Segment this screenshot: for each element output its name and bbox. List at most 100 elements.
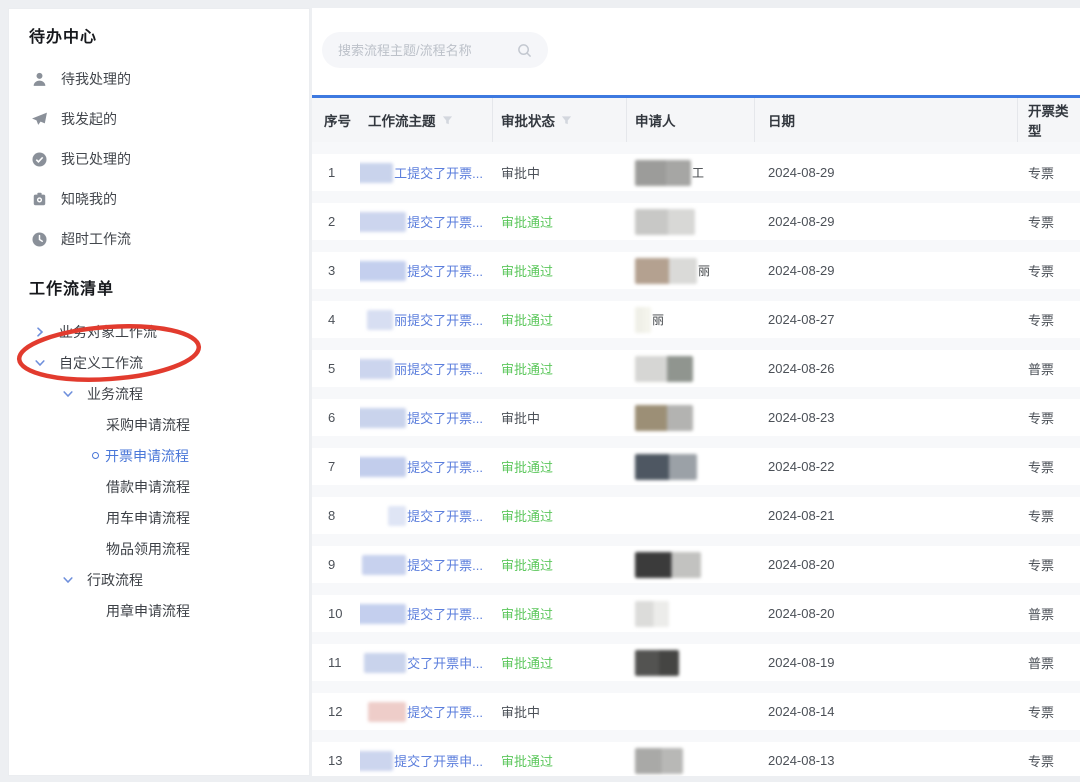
- topic-cell: 提交了开票...: [360, 203, 493, 240]
- applicant-cell: [627, 203, 755, 240]
- notify-icon: [31, 191, 48, 208]
- sidebar-item-label: 我已处理的: [61, 149, 131, 169]
- applicant-cell: [627, 546, 755, 583]
- tree-item-label: 开票申请流程: [105, 446, 189, 466]
- invoice-type-text: 专票: [1018, 252, 1080, 289]
- topic-cell: 交了开票申...: [360, 644, 493, 681]
- redacted-name-blur: [362, 555, 406, 575]
- topic-cell: 提交了开票...: [360, 497, 493, 534]
- table-row: 4 丽提交了开票... 审批通过 丽 2024-08-27 专票: [312, 289, 1080, 338]
- redacted-name-blur: [360, 457, 406, 477]
- table-row: 8 提交了开票... 审批通过 2024-08-21 专票: [312, 485, 1080, 534]
- topic-link[interactable]: 丽提交了开票...: [394, 359, 483, 378]
- tree-item[interactable]: 业务流程: [9, 378, 309, 409]
- table-row: 3 提交了开票... 审批通过 丽 2024-08-29 专票: [312, 240, 1080, 289]
- invoice-type-text: 普票: [1018, 644, 1080, 681]
- tree-item[interactable]: 借款申请流程: [9, 471, 309, 502]
- invoice-type-text: 专票: [1018, 399, 1080, 436]
- invoice-type-text: 专票: [1018, 301, 1080, 338]
- status-text: 审批通过: [493, 301, 627, 338]
- applicant-blur: [635, 307, 651, 333]
- chevron-down-icon[interactable]: [62, 388, 74, 400]
- applicant-cell: 丽: [627, 252, 755, 289]
- applicant-blur: [635, 601, 669, 627]
- applicant-blur: [635, 356, 693, 382]
- status-text: 审批通过: [493, 350, 627, 387]
- invoice-type-text: 专票: [1018, 742, 1080, 776]
- applicant-cell: [627, 497, 755, 534]
- filter-icon[interactable]: [442, 115, 453, 126]
- redacted-name-blur: [360, 604, 406, 624]
- applicant-cell: [627, 350, 755, 387]
- sidebar-item[interactable]: 待我处理的: [9, 59, 309, 99]
- topic-link[interactable]: 提交了开票...: [407, 506, 483, 525]
- sidebar-item[interactable]: 我发起的: [9, 99, 309, 139]
- date-text: 2024-08-20: [755, 546, 1018, 583]
- topic-link[interactable]: 提交了开票...: [407, 604, 483, 623]
- topic-link[interactable]: 提交了开票...: [407, 702, 483, 721]
- tree-item[interactable]: 开票申请流程: [9, 440, 309, 471]
- workflow-table: 序号 工作流主题 审批状态 申请人 日期 开票类型 1 工提交了开票... 审批…: [312, 95, 1080, 776]
- chevron-down-icon[interactable]: [62, 574, 74, 586]
- tree-item-label: 采购申请流程: [106, 415, 190, 435]
- invoice-type-text: 专票: [1018, 546, 1080, 583]
- applicant-cell: [627, 595, 755, 632]
- date-text: 2024-08-27: [755, 301, 1018, 338]
- topic-link[interactable]: 工提交了开票...: [394, 163, 483, 182]
- sidebar-item[interactable]: 我已处理的: [9, 139, 309, 179]
- sidebar-item[interactable]: 超时工作流: [9, 219, 309, 259]
- column-header: 申请人: [627, 98, 755, 142]
- tree-item[interactable]: 行政流程: [9, 564, 309, 595]
- applicant-blur: [635, 405, 693, 431]
- status-text: 审批通过: [493, 742, 627, 776]
- tree-item-label: 业务对象工作流: [59, 322, 157, 342]
- sidebar-item-label: 超时工作流: [61, 229, 131, 249]
- search-input[interactable]: [338, 43, 517, 58]
- redacted-name-blur: [360, 359, 393, 379]
- table-header-row: 序号 工作流主题 审批状态 申请人 日期 开票类型: [312, 98, 1080, 142]
- selected-dot-icon: [92, 452, 99, 459]
- redacted-name-blur: [360, 408, 406, 428]
- status-text: 审批通过: [493, 546, 627, 583]
- topic-link[interactable]: 提交了开票...: [407, 212, 483, 231]
- invoice-type-text: 普票: [1018, 595, 1080, 632]
- column-header-label: 申请人: [635, 110, 676, 130]
- tree-item[interactable]: 业务对象工作流: [9, 316, 309, 347]
- applicant-cell: [627, 742, 755, 776]
- row-index: 10: [312, 595, 360, 632]
- invoice-type-text: 专票: [1018, 693, 1080, 730]
- date-text: 2024-08-21: [755, 497, 1018, 534]
- topic-link[interactable]: 交了开票申...: [407, 653, 483, 672]
- tree-item[interactable]: 用车申请流程: [9, 502, 309, 533]
- status-text: 审批通过: [493, 252, 627, 289]
- applicant-cell: [627, 399, 755, 436]
- chevron-right-icon[interactable]: [34, 326, 46, 338]
- topic-link[interactable]: 提交了开票申...: [394, 751, 483, 770]
- topic-link[interactable]: 提交了开票...: [407, 408, 483, 427]
- main-panel: 序号 工作流主题 审批状态 申请人 日期 开票类型 1 工提交了开票... 审批…: [312, 8, 1080, 776]
- row-index: 13: [312, 742, 360, 776]
- column-header: 审批状态: [493, 98, 627, 142]
- applicant-blur: [635, 552, 701, 578]
- topic-link[interactable]: 提交了开票...: [407, 457, 483, 476]
- chevron-down-icon[interactable]: [34, 357, 46, 369]
- invoice-type-text: 专票: [1018, 497, 1080, 534]
- tree-item[interactable]: 采购申请流程: [9, 409, 309, 440]
- tree-item[interactable]: 自定义工作流: [9, 347, 309, 378]
- table-row: 10 提交了开票... 审批通过 2024-08-20 普票: [312, 583, 1080, 632]
- column-header-label: 工作流主题: [368, 110, 436, 130]
- table-body: 1 工提交了开票... 审批中 工 2024-08-29 专票 2 提交了开票.…: [312, 142, 1080, 776]
- topic-link[interactable]: 丽提交了开票...: [394, 310, 483, 329]
- row-index: 8: [312, 497, 360, 534]
- date-text: 2024-08-29: [755, 252, 1018, 289]
- tree-item[interactable]: 物品领用流程: [9, 533, 309, 564]
- redacted-name-blur: [364, 653, 406, 673]
- filter-icon[interactable]: [561, 115, 572, 126]
- topic-link[interactable]: 提交了开票...: [407, 555, 483, 574]
- check-circle-icon: [31, 151, 48, 168]
- sidebar-item-label: 知晓我的: [61, 189, 117, 209]
- sidebar-item[interactable]: 知晓我的: [9, 179, 309, 219]
- topic-link[interactable]: 提交了开票...: [407, 261, 483, 280]
- tree-item[interactable]: 用章申请流程: [9, 595, 309, 626]
- workflow-tree: 业务对象工作流 自定义工作流 业务流程 采购申请流程 开票申请流程 借款申请流程…: [9, 316, 309, 626]
